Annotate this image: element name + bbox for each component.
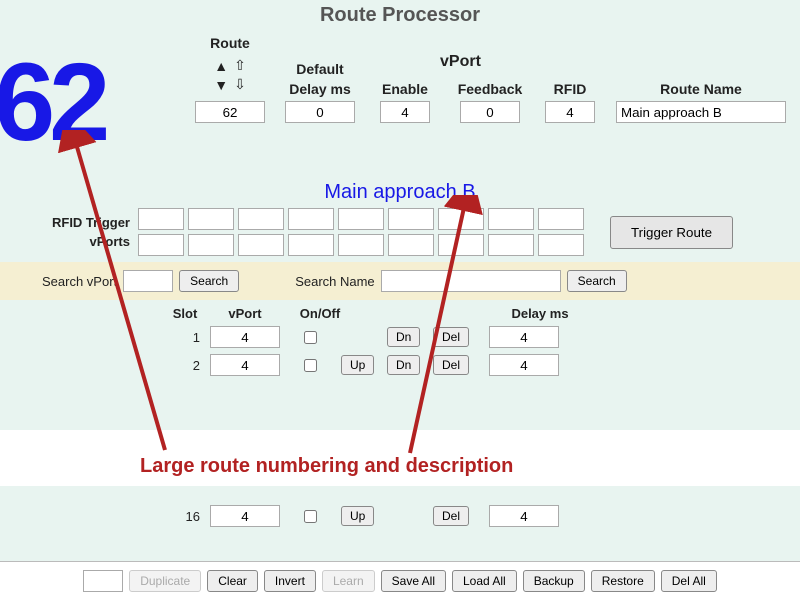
slot-onoff-checkbox[interactable] [304,331,317,344]
slot-dn-button[interactable]: Dn [387,355,420,375]
feedback-input[interactable] [460,101,520,123]
search-name-input[interactable] [381,270,561,292]
default-delay-label2: Delay ms [289,81,350,97]
rfid-trigger-cell[interactable] [438,208,484,230]
route-down-solid-icon[interactable]: ▼ [214,77,228,93]
rfid-trigger-cell[interactable] [188,208,234,230]
route-name-label: Route Name [660,81,742,97]
trigger-route-button[interactable]: Trigger Route [610,216,733,249]
slot-vport-input[interactable] [210,354,280,376]
del-all-button[interactable]: Del All [661,570,717,592]
slot-row: 1 Dn Del [0,323,800,351]
vport-trigger-cell[interactable] [538,234,584,256]
route-arrows: ▲ ⇧ ▼ ⇩ [214,57,246,93]
trigger-block: RFID Trigger vPorts Trigger Route [0,208,800,262]
route-input[interactable] [195,101,265,123]
rfid-trigger-cell[interactable] [238,208,284,230]
slot-number: 16 [170,509,200,524]
rfid-trigger-cell[interactable] [388,208,434,230]
search-vport-label: Search vPort [42,274,117,289]
delay-col-label: Delay ms [500,306,580,321]
vport-trigger-cell[interactable] [138,234,184,256]
big-route-number: 62 [0,53,104,152]
header-area: 62 vPort Route ▲ ⇧ ▼ ⇩ Default Delay ms … [0,35,800,175]
slot-up-button[interactable]: Up [341,355,374,375]
slot-onoff-checkbox[interactable] [304,359,317,372]
save-all-button[interactable]: Save All [381,570,446,592]
slot-del-button[interactable]: Del [433,355,469,375]
invert-button[interactable]: Invert [264,570,316,592]
vport-trigger-cell[interactable] [388,234,434,256]
vport-col-label: vPort [210,306,280,321]
vport-trigger-cell[interactable] [438,234,484,256]
load-all-button[interactable]: Load All [452,570,517,592]
backup-button[interactable]: Backup [523,570,585,592]
search-name-button[interactable]: Search [567,270,627,292]
rfid-label: RFID [554,81,587,97]
route-up-outline-icon[interactable]: ⇧ [234,57,246,74]
slot-col-label: Slot [170,306,200,321]
route-label: Route [210,35,250,51]
slot-row: 16 Up Del [0,502,800,530]
clear-button[interactable]: Clear [207,570,258,592]
route-down-outline-icon[interactable]: ⇩ [234,76,246,93]
rfid-trigger-row [138,208,584,230]
slot-number: 1 [170,330,200,345]
default-delay-input[interactable] [285,101,355,123]
vports-label: vPorts [10,234,130,249]
slot-delay-input[interactable] [489,505,559,527]
search-vport-button[interactable]: Search [179,270,239,292]
slot-row: 2 Up Dn Del [0,351,800,379]
rfid-trigger-cell[interactable] [288,208,334,230]
route-up-solid-icon[interactable]: ▲ [214,58,228,74]
slot-del-button[interactable]: Del [433,327,469,347]
rfid-trigger-cell[interactable] [338,208,384,230]
rfid-trigger-cell[interactable] [138,208,184,230]
search-name-label: Search Name [295,274,374,289]
slot-vport-input[interactable] [210,326,280,348]
annotation-text: Large route numbering and description [140,455,513,478]
slot-number: 2 [170,358,200,373]
enable-label: Enable [382,81,428,97]
bottom-number-input[interactable] [83,570,123,592]
vports-row [138,234,584,256]
rfid-trigger-label: RFID Trigger [10,215,130,230]
vport-trigger-cell[interactable] [288,234,334,256]
learn-button[interactable]: Learn [322,570,375,592]
slot-delay-input[interactable] [489,354,559,376]
route-description: Main approach B [0,181,800,204]
search-bar: Search vPort Search Search Name Search [0,262,800,300]
duplicate-button[interactable]: Duplicate [129,570,201,592]
page-title: Route Processor [0,0,800,35]
slot-onoff-checkbox[interactable] [304,510,317,523]
search-vport-input[interactable] [123,270,173,292]
enable-input[interactable] [380,101,430,123]
rfid-trigger-cell[interactable] [488,208,534,230]
vport-trigger-cell[interactable] [238,234,284,256]
restore-button[interactable]: Restore [591,570,655,592]
rfid-input[interactable] [545,101,595,123]
slot-vport-input[interactable] [210,505,280,527]
bottom-toolbar: Duplicate Clear Invert Learn Save All Lo… [0,561,800,600]
rfid-trigger-cell[interactable] [538,208,584,230]
slots-header: Slot vPort On/Off Delay ms [0,300,800,323]
default-delay-label1: Default [296,61,343,77]
slot-dn-button[interactable]: Dn [387,327,420,347]
vport-trigger-cell[interactable] [488,234,534,256]
slot-delay-input[interactable] [489,326,559,348]
slot-up-button[interactable]: Up [341,506,374,526]
vport-trigger-cell[interactable] [188,234,234,256]
onoff-col-label: On/Off [290,306,350,321]
feedback-label: Feedback [458,81,523,97]
route-name-input[interactable] [616,101,786,123]
vport-trigger-cell[interactable] [338,234,384,256]
slot-del-button[interactable]: Del [433,506,469,526]
